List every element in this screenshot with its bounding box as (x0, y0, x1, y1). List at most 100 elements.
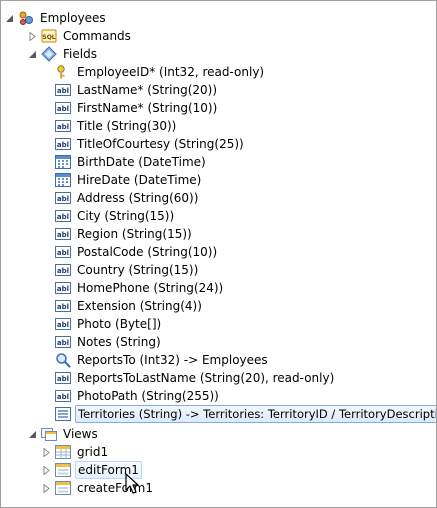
field-label: Title (String(30)) (77, 119, 177, 133)
field-photo[interactable]: abl Photo (Byte[]) (55, 315, 163, 333)
project-explorer-tree: Employees SQL Commands Fields EmployeeID… (0, 0, 437, 508)
field-label: FirstName* (String(10)) (77, 101, 218, 115)
field-birthdate[interactable]: BirthDate (DateTime) (55, 153, 208, 171)
list-icon (55, 406, 71, 422)
field-title[interactable]: abl Title (String(30)) (55, 117, 178, 135)
field-photopath[interactable]: abl PhotoPath (String(255)) (55, 387, 221, 405)
field-label: Notes (String) (77, 335, 161, 349)
svg-text:abl: abl (57, 249, 69, 257)
collapse-arrow-icon[interactable] (5, 14, 14, 23)
field-country[interactable]: abl Country (String(15)) (55, 261, 200, 279)
field-label: City (String(15)) (77, 209, 175, 223)
svg-text:abl: abl (57, 393, 69, 401)
form-view-icon (55, 480, 71, 496)
lookup-icon (55, 352, 71, 368)
field-label: LastName* (String(20)) (77, 83, 218, 97)
field-label: PhotoPath (String(255)) (77, 389, 219, 403)
tree-node-employees[interactable]: Employees (5, 9, 108, 27)
text-field-icon: abl (55, 100, 71, 116)
text-field-icon: abl (55, 226, 71, 242)
field-territories[interactable]: Territories (String) -> Territories: Ter… (55, 405, 436, 423)
svg-text:abl: abl (57, 87, 69, 95)
key-icon (55, 64, 71, 80)
text-field-icon: abl (55, 370, 71, 386)
calendar-icon (55, 172, 71, 188)
field-label: Extension (String(4)) (77, 299, 202, 313)
field-label: Address (String(60)) (77, 191, 199, 205)
mouse-cursor-icon (125, 473, 143, 497)
field-label-selected: Territories (String) -> Territories: Ter… (75, 405, 436, 423)
field-extension[interactable]: abl Extension (String(4)) (55, 297, 204, 315)
form-view-icon (55, 462, 71, 478)
text-field-icon: abl (55, 298, 71, 314)
svg-text:abl: abl (57, 123, 69, 131)
field-reportstolastname[interactable]: abl ReportsToLastName (String(20), read-… (55, 369, 336, 387)
expand-arrow-icon[interactable] (42, 483, 51, 493)
field-label: EmployeeID* (Int32, read-only) (77, 65, 265, 79)
tree-node-fields[interactable]: Fields (28, 45, 99, 63)
field-address[interactable]: abl Address (String(60)) (55, 189, 200, 207)
text-field-icon: abl (55, 244, 71, 260)
field-label: ReportsToLastName (String(20), read-only… (77, 371, 335, 385)
text-field-icon: abl (55, 82, 71, 98)
field-label: Photo (Byte[]) (77, 317, 162, 331)
svg-text:abl: abl (57, 339, 69, 347)
field-label: ReportsTo (Int32) -> Employees (77, 353, 268, 367)
svg-text:abl: abl (57, 105, 69, 113)
svg-text:abl: abl (57, 375, 69, 383)
svg-text:abl: abl (57, 267, 69, 275)
tree-node-label: Commands (63, 29, 131, 43)
svg-text:abl: abl (57, 303, 69, 311)
view-label: grid1 (77, 445, 109, 459)
text-field-icon: abl (55, 262, 71, 278)
svg-text:abl: abl (57, 195, 69, 203)
svg-text:abl: abl (57, 213, 69, 221)
svg-text:abl: abl (57, 285, 69, 293)
grid-view-icon (55, 444, 71, 460)
field-notes[interactable]: abl Notes (String) (55, 333, 163, 351)
text-field-icon: abl (55, 316, 71, 332)
text-field-icon: abl (55, 334, 71, 350)
expand-arrow-icon[interactable] (28, 31, 37, 41)
field-label: PostalCode (String(10)) (77, 245, 218, 259)
tree-node-commands[interactable]: SQL Commands (28, 27, 133, 45)
view-grid1[interactable]: grid1 (42, 443, 110, 461)
text-field-icon: abl (55, 208, 71, 224)
tree-node-label: Employees (40, 11, 106, 25)
field-label: BirthDate (DateTime) (77, 155, 206, 169)
svg-text:abl: abl (57, 231, 69, 239)
text-field-icon: abl (55, 388, 71, 404)
field-label: HireDate (DateTime) (77, 173, 202, 187)
field-label: HomePhone (String(24)) (77, 281, 224, 295)
svg-text:abl: abl (57, 141, 69, 149)
field-hiredate[interactable]: HireDate (DateTime) (55, 171, 203, 189)
field-firstname[interactable]: abl FirstName* (String(10)) (55, 99, 219, 117)
field-homephone[interactable]: abl HomePhone (String(24)) (55, 279, 225, 297)
calendar-icon (55, 154, 71, 170)
field-region[interactable]: abl Region (String(15)) (55, 225, 194, 243)
sql-command-icon: SQL (41, 28, 57, 44)
expand-arrow-icon[interactable] (42, 447, 51, 457)
tree-node-views[interactable]: Views (28, 425, 100, 443)
field-reportsto[interactable]: ReportsTo (Int32) -> Employees (55, 351, 270, 369)
field-label: Region (String(15)) (77, 227, 192, 241)
expand-arrow-icon[interactable] (42, 465, 51, 475)
text-field-icon: abl (55, 136, 71, 152)
svg-text:abl: abl (57, 321, 69, 329)
tree-node-label: Fields (63, 47, 97, 61)
collapse-arrow-icon[interactable] (28, 50, 37, 59)
views-icon (41, 426, 57, 442)
field-city[interactable]: abl City (String(15)) (55, 207, 176, 225)
fields-icon (41, 46, 57, 62)
text-field-icon: abl (55, 118, 71, 134)
field-employeeid[interactable]: EmployeeID* (Int32, read-only) (55, 63, 266, 81)
svg-text:SQL: SQL (42, 34, 55, 41)
field-label: Country (String(15)) (77, 263, 199, 277)
field-titleofcourtesy[interactable]: abl TitleOfCourtesy (String(25)) (55, 135, 246, 153)
field-lastname[interactable]: abl LastName* (String(20)) (55, 81, 219, 99)
field-postalcode[interactable]: abl PostalCode (String(10)) (55, 243, 219, 261)
data-controller-icon (18, 10, 34, 26)
field-label: TitleOfCourtesy (String(25)) (77, 137, 244, 151)
collapse-arrow-icon[interactable] (28, 430, 37, 439)
tree-node-label: Views (63, 427, 98, 441)
